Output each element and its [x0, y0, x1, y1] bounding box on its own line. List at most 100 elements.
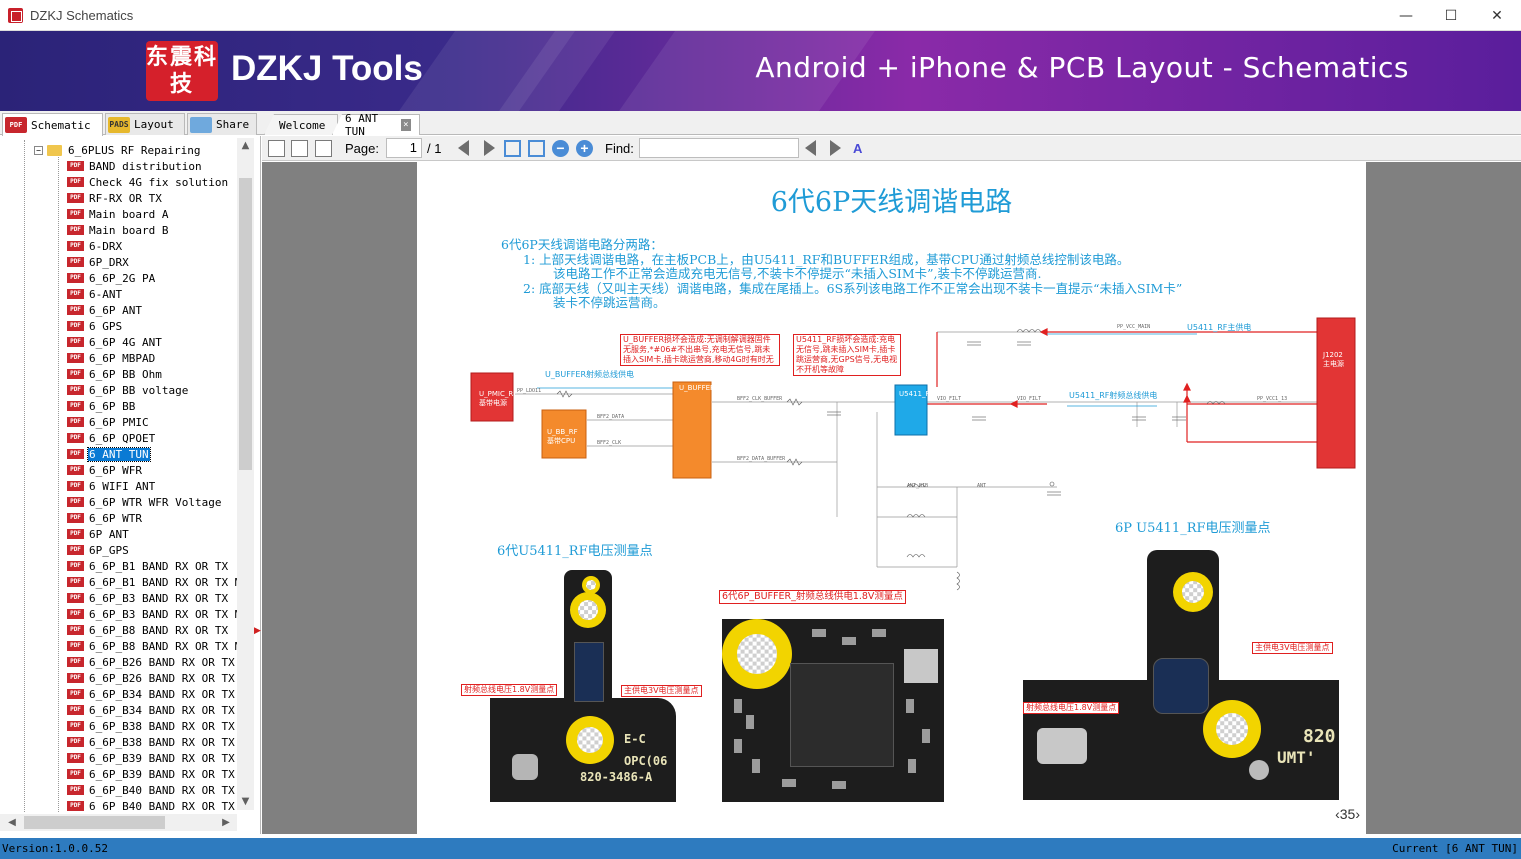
- tree-item[interactable]: PDF 6-DRX: [67, 238, 123, 254]
- scroll-up-icon[interactable]: ▲: [237, 138, 254, 154]
- zoom-in-icon[interactable]: +: [576, 140, 593, 157]
- tree-item[interactable]: PDF 6 WIFI ANT: [67, 478, 156, 494]
- tree-item[interactable]: PDF 6_6P_B8 BAND RX OR TX: [67, 622, 229, 638]
- minimize-button[interactable]: —: [1383, 0, 1429, 31]
- tree-item[interactable]: PDF 6_6P_B26 BAND RX OR TX: [67, 654, 236, 670]
- tree-item[interactable]: PDF 6_6P WTR: [67, 510, 143, 526]
- tree-item[interactable]: PDF 6_6P_B8 BAND RX OR TX Mai: [67, 638, 237, 654]
- tree-item[interactable]: PDF 6_6P_B39 BAND RX OR TX: [67, 750, 236, 766]
- pdf-icon: PDF: [67, 785, 84, 795]
- tree-item[interactable]: PDF 6P_DRX: [67, 254, 130, 270]
- tree-item[interactable]: PDF 6_6P_B40 BAND RX OR TX: [67, 782, 236, 798]
- tree-item[interactable]: PDF Main board B: [67, 222, 169, 238]
- scroll-left-icon[interactable]: ◀: [4, 814, 20, 831]
- tab-layout[interactable]: PADS Layout: [105, 113, 185, 135]
- tree-item[interactable]: PDF 6_6P_B3 BAND RX OR TX Mai: [67, 606, 237, 622]
- match-case-icon[interactable]: A: [853, 141, 862, 156]
- tree-item[interactable]: PDF 6_6P BB voltage: [67, 382, 189, 398]
- tree-item[interactable]: PDF 6_6P WTR WFR Voltage: [67, 494, 222, 510]
- tree-item[interactable]: PDF 6_6P_B38 BAND RX OR TX: [67, 718, 236, 734]
- tree-item[interactable]: PDF 6 GPS: [67, 318, 123, 334]
- intro-line: 装卡不停跳运营商。: [553, 295, 666, 310]
- open-doc-icon[interactable]: [268, 140, 285, 157]
- u5411-failure-note: U5411_RF损坏会造成:充电 无信号,跳未插入SIM卡,插卡 跳运营商,无G…: [793, 334, 901, 376]
- tree-item-label: 6P_DRX: [89, 255, 129, 269]
- fit-page-icon[interactable]: [528, 140, 545, 157]
- copy-doc-icon[interactable]: [291, 140, 308, 157]
- tree-item[interactable]: PDF 6_6P 4G ANT: [67, 334, 163, 350]
- tree-item[interactable]: PDF 6_6P_B34 BAND RX OR TX: [67, 686, 236, 702]
- pdf-icon: PDF: [67, 529, 84, 539]
- splitter-arrow-icon[interactable]: ▶: [254, 626, 261, 636]
- tree-item[interactable]: PDF 6_6P QPOET: [67, 430, 156, 446]
- tree-item[interactable]: PDF 6_6P_B3 BAND RX OR TX: [67, 590, 229, 606]
- pdf-icon: PDF: [67, 721, 84, 731]
- tab-label: Schematic: [31, 118, 91, 132]
- tree-item[interactable]: PDF 6 ANT TUN: [67, 446, 151, 462]
- pdf-icon: PDF: [67, 209, 84, 219]
- close-button[interactable]: ✕: [1474, 0, 1520, 31]
- tree-item[interactable]: PDF BAND distribution: [67, 158, 203, 174]
- tree-item[interactable]: PDF 6_6P_B34 BAND RX OR TX Ma: [67, 702, 237, 718]
- next-page-icon[interactable]: [484, 140, 495, 156]
- tree-item[interactable]: PDF 6_6P_2G PA: [67, 270, 156, 286]
- tree-horizontal-scrollbar[interactable]: ◀ ▶: [0, 814, 237, 831]
- scrollbar-thumb[interactable]: [24, 816, 165, 829]
- tree-item[interactable]: PDF 6_6P_B40 BAND RX OR TX Ma: [67, 798, 237, 812]
- tree-item[interactable]: PDF 6_6P_B1 BAND RX OR TX: [67, 558, 229, 574]
- maximize-button[interactable]: ☐: [1428, 0, 1474, 31]
- pdf-icon: PDF: [67, 305, 84, 315]
- tree-vertical-scrollbar[interactable]: ▲ ▼: [237, 138, 254, 810]
- tree-folder[interactable]: − 6_6PLUS RF Repairing: [34, 142, 200, 158]
- tree-item[interactable]: PDF 6-ANT: [67, 286, 123, 302]
- tree-item[interactable]: PDF 6_6P PMIC: [67, 414, 150, 430]
- tree-item[interactable]: PDF 6_6P_B38 BAND RX OR TX Ma: [67, 734, 237, 750]
- fit-width-icon[interactable]: [504, 140, 521, 157]
- tree-item[interactable]: PDF 6_6P ANT: [67, 302, 143, 318]
- tree-item[interactable]: PDF 6_6P MBPAD: [67, 350, 156, 366]
- collapse-icon[interactable]: −: [34, 145, 43, 155]
- find-prev-icon[interactable]: [805, 140, 816, 156]
- pdf-icon: PDF: [67, 273, 84, 283]
- close-tab-icon[interactable]: ×: [400, 119, 411, 131]
- tree-item[interactable]: PDF Main board A: [67, 206, 169, 222]
- scrollbar-thumb[interactable]: [239, 178, 252, 470]
- tree-item[interactable]: PDF Check 4G fix solution: [67, 174, 229, 190]
- tree-item-label: 6_6P_B40 BAND RX OR TX: [89, 783, 235, 797]
- intro-line: 2: 底部天线（又叫主天线）调谐电路，集成在尾插上。6S系列该电路工作不正常会出…: [523, 280, 1183, 296]
- pmic-label: U_PMIC_RF: [479, 390, 517, 398]
- tab-schematic[interactable]: PDF Schematic: [2, 113, 103, 136]
- svg-text:BFF2_CLK_BUFFER: BFF2_CLK_BUFFER: [737, 396, 783, 402]
- find-next-icon[interactable]: [830, 140, 841, 156]
- page-number-input[interactable]: 1: [386, 138, 422, 158]
- tab-share[interactable]: Share: [187, 113, 257, 135]
- prev-page-icon[interactable]: [458, 140, 469, 156]
- pdf-icon: PDF: [67, 673, 84, 683]
- tree-item[interactable]: PDF RF-RX OR TX: [67, 190, 163, 206]
- scroll-down-icon[interactable]: ▼: [237, 794, 254, 810]
- scroll-right-icon[interactable]: ▶: [218, 814, 234, 831]
- tree-item[interactable]: PDF 6P_GPS: [67, 542, 130, 558]
- tree-item[interactable]: PDF 6P ANT: [67, 526, 130, 542]
- doc-tab-6-ant-tun[interactable]: 6 ANT TUN ×: [332, 114, 420, 135]
- document-viewer[interactable]: 6代6P天线调谐电路 6代6P天线调谐电路分两路： 1: 上部天线调谐电路，在主…: [262, 162, 1521, 834]
- pdf-icon: PDF: [67, 689, 84, 699]
- version-label: Version:1.0.0.52: [2, 842, 108, 855]
- zoom-out-icon[interactable]: −: [552, 140, 569, 157]
- tree-item[interactable]: PDF 6_6P BB Ohm: [67, 366, 163, 382]
- doc-tab-welcome[interactable]: Welcome: [264, 114, 338, 135]
- pdf-icon: PDF: [5, 117, 27, 133]
- folder-icon: [47, 144, 62, 156]
- tree-item[interactable]: PDF 6_6P WFR: [67, 462, 143, 478]
- tree-item[interactable]: PDF 6_6P_B39 BAND RX OR TX Ma: [67, 766, 237, 782]
- pdf-icon: PDF: [67, 545, 84, 555]
- tree-item[interactable]: PDF 6_6P_B1 BAND RX OR TX Mai: [67, 574, 237, 590]
- svg-text:ANT_BIB: ANT_BIB: [907, 483, 928, 489]
- page-total: / 1: [427, 141, 442, 156]
- find-input[interactable]: [639, 138, 799, 158]
- tree-item[interactable]: PDF 6_6P_B26 BAND RX OR TX Ma: [67, 670, 237, 686]
- pages-icon[interactable]: [315, 140, 332, 157]
- tree-item[interactable]: PDF 6_6P BB: [67, 398, 136, 414]
- svg-text:基带电源: 基带电源: [479, 398, 507, 407]
- tree-item-label: 6P_GPS: [89, 543, 129, 557]
